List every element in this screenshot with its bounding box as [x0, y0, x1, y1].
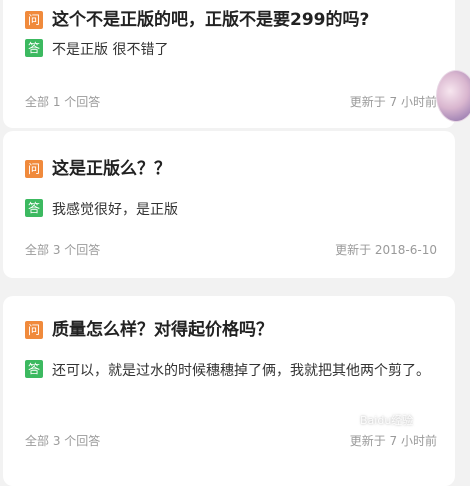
- answers-count-link[interactable]: 全部 3 个回答: [25, 243, 100, 257]
- question-badge: 问: [25, 11, 43, 29]
- user-avatar[interactable]: [436, 70, 470, 122]
- answer-text[interactable]: 不是正版 很不错了: [52, 38, 168, 62]
- answer-text[interactable]: 我感觉很好，是正版: [52, 198, 178, 222]
- answer-badge: 答: [25, 39, 43, 57]
- answer-row[interactable]: 答 不是正版 很不错了: [25, 38, 441, 62]
- question-row[interactable]: 问 质量怎么样？对得起价格吗？: [25, 318, 441, 342]
- watermark: Baidu经验: [360, 414, 414, 427]
- question-badge: 问: [25, 160, 43, 178]
- updated-time: 更新于 7 小时前: [349, 434, 437, 448]
- question-badge: 问: [25, 321, 43, 339]
- updated-time: 更新于 2018-6-10: [335, 243, 437, 257]
- qa-card[interactable]: 问 这是正版么？？ 答 我感觉很好，是正版 全部 3 个回答 更新于 2018-…: [3, 131, 455, 278]
- qa-card[interactable]: 问 质量怎么样？对得起价格吗？ 答 还可以，就是过水的时候穗穗掉了俩，我就把其他…: [3, 296, 455, 486]
- answer-row[interactable]: 答 还可以，就是过水的时候穗穗掉了俩，我就把其他两个剪了。: [25, 359, 441, 383]
- question-row[interactable]: 问 这是正版么？？: [25, 157, 441, 181]
- qa-card[interactable]: 问 这个不是正版的吧，正版不是要299的吗? 答 不是正版 很不错了 全部 1 …: [3, 0, 455, 128]
- answer-badge: 答: [25, 360, 43, 378]
- answer-text[interactable]: 还可以，就是过水的时候穗穗掉了俩，我就把其他两个剪了。: [52, 359, 441, 383]
- answer-badge: 答: [25, 199, 43, 217]
- question-row[interactable]: 问 这个不是正版的吧，正版不是要299的吗?: [25, 8, 441, 32]
- question-text[interactable]: 这个不是正版的吧，正版不是要299的吗?: [52, 8, 369, 32]
- answers-count-link[interactable]: 全部 1 个回答: [25, 95, 100, 109]
- answer-row[interactable]: 答 我感觉很好，是正版: [25, 198, 441, 222]
- updated-time: 更新于 7 小时前: [349, 95, 437, 109]
- answers-count-link[interactable]: 全部 3 个回答: [25, 434, 100, 448]
- question-text[interactable]: 质量怎么样？对得起价格吗？: [52, 318, 273, 342]
- question-text[interactable]: 这是正版么？？: [52, 157, 171, 181]
